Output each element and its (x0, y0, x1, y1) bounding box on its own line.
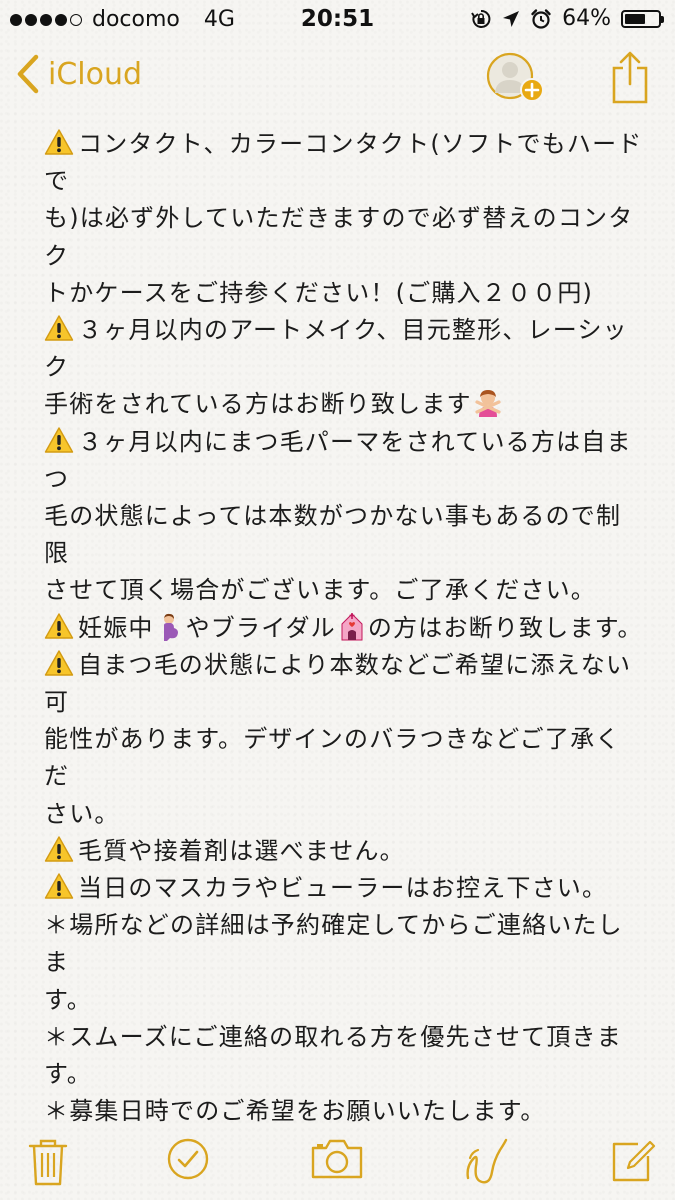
battery-icon (621, 9, 664, 28)
warning-icon (44, 873, 74, 899)
compose-icon (612, 1140, 656, 1182)
note-line-text: さい。 (44, 799, 120, 828)
bottom-toolbar (0, 1128, 675, 1200)
status-bar: docomo 4G 20:51 64% (0, 0, 675, 40)
status-right: 64% (470, 6, 664, 31)
trash-icon (28, 1139, 68, 1186)
note-line-text: も)は必ず外していただきますので必ず替えのコンタク (44, 204, 634, 270)
note-line-text: す。 (44, 1060, 92, 1089)
back-button[interactable]: iCloud (16, 54, 142, 94)
battery-fill (625, 13, 645, 24)
note-line: トかケースをご持参ください！(ご購入２００円) (44, 275, 644, 312)
note-line-text: やブライダル (185, 613, 336, 642)
location-arrow-icon (503, 10, 520, 27)
note-line: 毛の状態によっては本数がつかない事もあるので制限 (44, 498, 644, 572)
note-line: さい。 (44, 796, 644, 833)
note-line-text: 自まつ毛の状態により本数などご希望に添えない可 (44, 650, 632, 717)
share-button[interactable] (606, 48, 654, 108)
note-line: す。 (44, 1056, 644, 1093)
note-line: させて頂く場合がございます。ご了承ください。 (44, 572, 644, 609)
share-icon (612, 51, 648, 104)
checklist-button[interactable] (165, 1136, 211, 1186)
sketch-button[interactable] (462, 1136, 512, 1194)
warning-icon (44, 426, 74, 453)
note-line-text: 能性があります。デザインのバラつきなどご了承くだ (44, 725, 621, 791)
note-line: 能性があります。デザインのバラつきなどご了承くだ (44, 721, 644, 795)
note-line-text: ３ヶ月以内のアートメイク、目元整形、レーシック (44, 316, 628, 382)
delete-note-button[interactable] (26, 1136, 70, 1192)
note-line-text: させて頂く場合がございます。ご了承ください。 (44, 576, 596, 605)
note-line: ３ヶ月以内にまつ毛パーマをされている方は自まつ (44, 424, 644, 498)
note-line: 自まつ毛の状態により本数などご希望に添えない可 (44, 647, 644, 721)
warning-icon (44, 650, 74, 676)
note-line: も)は必ず外していただきますので必ず替えのコンタク (44, 200, 644, 274)
note-line-text: 毛質や接着剤は選べません。 (78, 836, 405, 865)
person-gesturing-no-emoji (475, 390, 501, 418)
note-text-body[interactable]: コンタクト、カラーコンタクト(ソフトでもハードで も)は必ず外していただきますので… (44, 126, 644, 1130)
new-note-button[interactable] (608, 1136, 658, 1190)
camera-button[interactable] (309, 1136, 365, 1186)
sketch-icon (466, 1138, 508, 1184)
note-line-text: ＊募集日時でのご希望をお願いいたします。 (44, 1097, 546, 1126)
note-line-text: 妊娠中 (78, 613, 154, 642)
note-line-text: ＊スムーズにご連絡の取れる方を優先させて頂きま (44, 1022, 622, 1051)
note-line: す。 (44, 982, 644, 1019)
back-label: iCloud (48, 56, 143, 92)
rotation-lock-icon (471, 9, 491, 28)
alarm-icon (531, 8, 551, 29)
checklist-icon (167, 1138, 209, 1180)
note-line: 手術をされている方はお断り致します (44, 386, 644, 423)
note-line-text: の方はお断り致します。 (367, 613, 643, 642)
note-line-text: トかケースをご持参ください！(ご購入２００円) (44, 278, 594, 307)
note-line: ＊募集日時でのご希望をお願いいたします。 (44, 1093, 644, 1130)
note-line-text: 手術をされている方はお断り致します (44, 390, 472, 419)
warning-icon (44, 129, 74, 155)
chevron-left-icon (17, 54, 39, 94)
note-line: 妊娠中 やブライダル の方はお断り致します。 (44, 610, 644, 647)
warning-icon (44, 315, 74, 341)
add-people-button[interactable] (484, 48, 550, 108)
note-line-text: 毛の状態によっては本数がつかない事もあるので制限 (44, 502, 622, 568)
note-line: コンタクト、カラーコンタクト(ソフトでもハードで (44, 126, 644, 200)
battery-percent: 64% (562, 6, 611, 31)
note-line-text: ３ヶ月以内にまつ毛パーマをされている方は自まつ (44, 427, 632, 493)
navigation-bar: iCloud (0, 40, 675, 115)
warning-icon (44, 836, 74, 862)
wedding-chapel-emoji (341, 612, 363, 641)
warning-icon (44, 612, 74, 639)
note-line: ３ヶ月以内のアートメイク、目元整形、レーシック (44, 312, 644, 386)
pregnant-woman-emoji (163, 613, 178, 641)
note-line-text: す。 (44, 985, 92, 1014)
note-line: 当日のマスカラやビューラーはお控え下さい。 (44, 870, 644, 907)
note-line: 毛質や接着剤は選べません。 (44, 833, 644, 870)
note-line: ＊場所などの詳細は予約確定してからご連絡いたしま (44, 907, 644, 981)
note-line-text: コンタクト、カラーコンタクト(ソフトでもハードで (44, 130, 643, 196)
note-line-text: 当日のマスカラやビューラーはお控え下さい。 (78, 874, 608, 903)
camera-icon (311, 1139, 363, 1179)
note-line: ＊スムーズにご連絡の取れる方を優先させて頂きま (44, 1019, 644, 1056)
add-person-icon (486, 52, 544, 102)
note-line-text: ＊場所などの詳細は予約確定してからご連絡いたしま (44, 911, 623, 977)
